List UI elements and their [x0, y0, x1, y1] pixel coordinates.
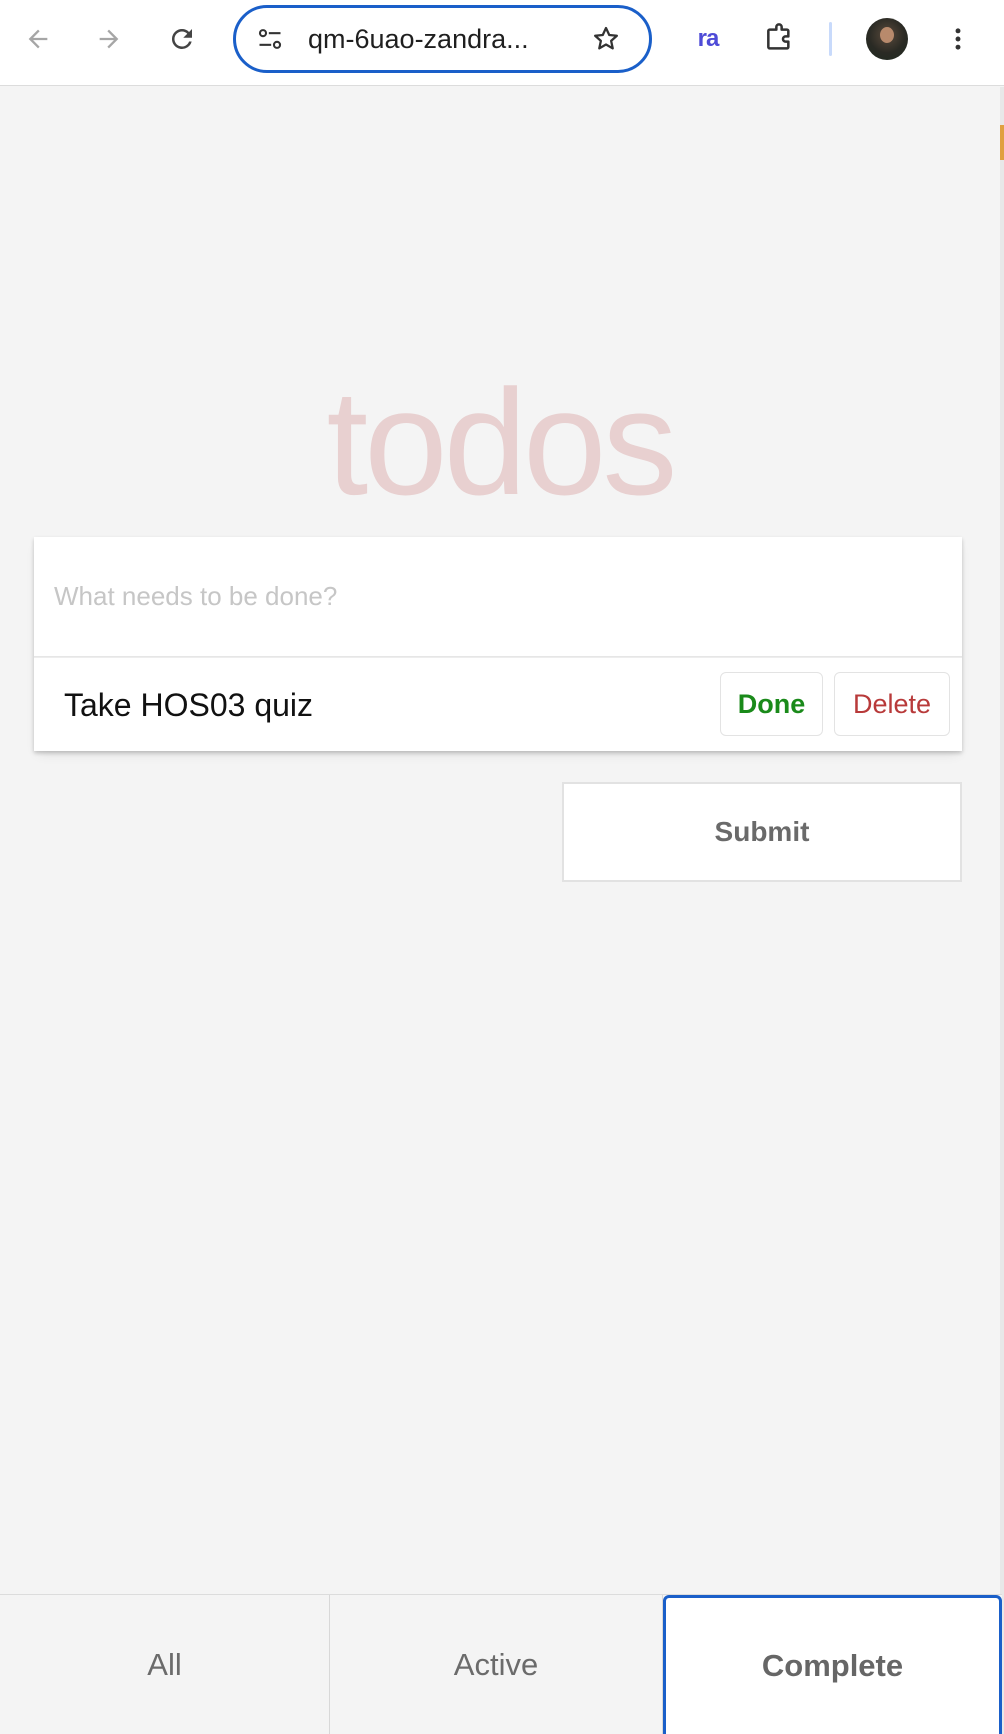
browser-viewport: qm-6uao-zandra... ra todos Take HOS [0, 0, 1004, 1734]
tune-icon[interactable] [253, 22, 287, 56]
submit-button[interactable]: Submit [562, 782, 962, 882]
reload-icon[interactable] [162, 19, 202, 59]
avatar-face [880, 27, 894, 43]
filter-tab-active[interactable]: Active [330, 1595, 663, 1734]
done-button[interactable]: Done [720, 672, 823, 736]
todo-label: Take HOS03 quiz [64, 687, 314, 723]
profile-avatar[interactable] [866, 18, 908, 60]
filter-tabs: All Active Complete [0, 1594, 1002, 1734]
extension-ra-icon[interactable]: ra [688, 20, 728, 60]
puzzle-icon[interactable] [759, 19, 799, 59]
url-text: qm-6uao-zandra... [308, 24, 529, 54]
todo-card: Take HOS03 quiz Done Delete [34, 537, 962, 751]
page-title: todos [326, 358, 678, 526]
toolbar-divider [829, 22, 832, 56]
filter-tab-complete[interactable]: Complete [663, 1595, 1002, 1734]
delete-button[interactable]: Delete [834, 672, 950, 736]
scrollbar-marker [1000, 125, 1004, 160]
filter-tab-all[interactable]: All [0, 1595, 330, 1734]
star-icon[interactable] [588, 21, 624, 57]
browser-toolbar: qm-6uao-zandra... ra [0, 0, 1004, 86]
page-scrollbar[interactable] [1000, 87, 1004, 1734]
todo-app: todos Take HOS03 quiz Done Delete Submit [0, 87, 1004, 1734]
arrow-left-icon[interactable] [18, 19, 58, 59]
more-vert-icon[interactable] [938, 19, 978, 59]
arrow-right-icon[interactable] [89, 19, 129, 59]
todo-item: Take HOS03 quiz Done Delete [34, 657, 962, 751]
new-todo-input[interactable] [34, 537, 962, 657]
address-bar[interactable]: qm-6uao-zandra... [233, 5, 652, 73]
